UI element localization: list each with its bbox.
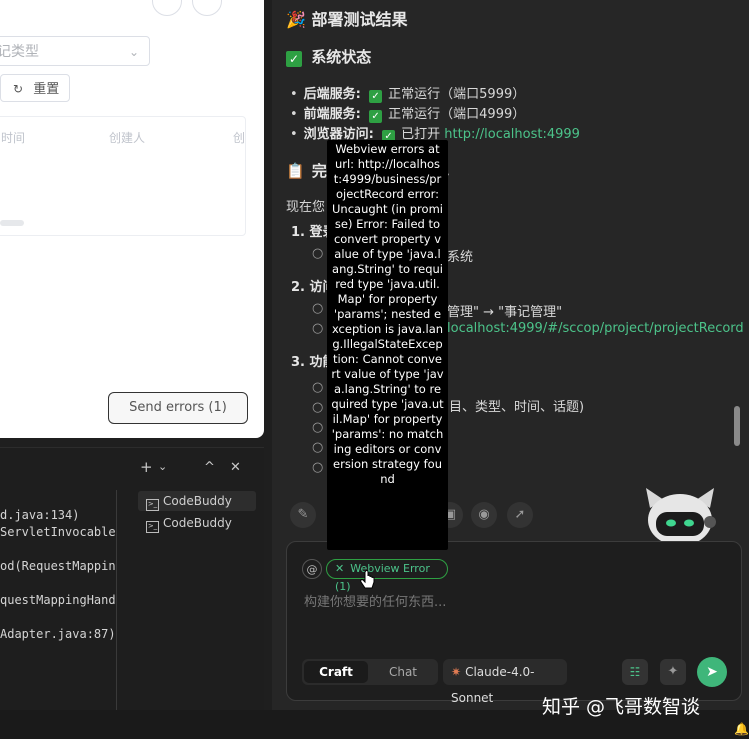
refresh-circle-button[interactable]: [192, 0, 222, 16]
system-status-heading: ✓ 系统状态: [286, 46, 371, 67]
stack-trace-line: Adapter.java:87): [0, 627, 116, 641]
feature-item: ○: [312, 460, 324, 475]
mode-craft-button[interactable]: Craft: [304, 661, 368, 683]
terminal-dropdown-icon[interactable]: ⌄: [158, 460, 167, 473]
column-header-creator: 创建人: [109, 131, 146, 145]
terminal-icon: >_: [146, 521, 159, 533]
terminal-tab-label: CodeBuddy: [163, 516, 232, 530]
check-icon: ✓: [369, 110, 383, 123]
mode-chat-button[interactable]: Chat: [372, 661, 434, 683]
check-icon: ✓: [286, 51, 302, 67]
stack-trace-line: od(RequestMappin: [0, 559, 116, 573]
guide-step-login-sub: ○: [312, 246, 324, 261]
mascot-eye-left: [666, 519, 676, 527]
webview-preview-panel: 记类型 ⌄ ↻ 重置 时间 创建人 创 Send errors (1): [0, 0, 264, 438]
send-errors-button[interactable]: Send errors (1): [108, 392, 248, 424]
terminal-tab-codebuddy[interactable]: >_ CodeBuddy: [138, 513, 256, 533]
stack-trace-line: d.java:134): [0, 508, 80, 522]
clipboard-icon: 📋: [286, 162, 305, 180]
terminal-panel: + ⌄ ^ ✕ d.java:134) ServletInvocable od(…: [0, 447, 264, 711]
guide-title-head: 完: [311, 162, 327, 180]
column-header-time: 时间: [1, 131, 26, 145]
model-selector[interactable]: ✷ Claude-4.0-Sonnet: [443, 659, 567, 705]
prompt-placeholder[interactable]: 构建你想要的任何东西...: [304, 591, 446, 610]
stack-trace-line: questMappingHand: [0, 593, 116, 607]
bell-icon[interactable]: 🔔: [734, 722, 749, 736]
mascot-headphone: [704, 516, 716, 528]
close-panel-icon[interactable]: ✕: [230, 460, 241, 475]
reset-label: 重置: [33, 82, 60, 97]
status-value: 正常运行（端口4999）: [388, 107, 526, 122]
localhost-link[interactable]: http://localhost:4999: [444, 127, 580, 142]
status-value: 正常运行（端口5999）: [388, 87, 526, 102]
figma-icon[interactable]: ✎: [290, 502, 316, 528]
mascot-eye-right: [684, 519, 694, 527]
record-type-placeholder: 记类型: [0, 44, 39, 60]
context-button[interactable]: ☷: [622, 659, 648, 685]
status-item-backend: • 后端服务: ✓ 正常运行（端口5999）: [290, 87, 526, 103]
feature-item: ○: [312, 420, 324, 435]
send-icon[interactable]: ➤: [697, 657, 727, 687]
search-circle-button[interactable]: [152, 0, 182, 16]
reset-button[interactable]: ↻ 重置: [0, 74, 70, 102]
mascot-visor: [656, 512, 704, 536]
codebuddy-mascot: [646, 488, 716, 546]
guide-step-login-sub-text: 系统: [447, 250, 474, 265]
feature-item: ○: [312, 380, 324, 395]
maximize-panel-icon[interactable]: ^: [204, 460, 215, 475]
column-header-created: 创: [233, 131, 246, 145]
terminal-divider: [116, 490, 117, 710]
terminal-tab-codebuddy[interactable]: >_ CodeBuddy: [138, 491, 256, 511]
record-table: 时间 创建人 创: [0, 116, 246, 236]
hand-cursor-icon: [360, 570, 375, 589]
refresh-icon: ↻: [13, 82, 24, 96]
claude-logo-icon: ✷: [451, 665, 462, 679]
eye-icon[interactable]: ◉: [471, 502, 497, 528]
chat-scrollbar[interactable]: [734, 406, 740, 446]
mention-button[interactable]: @: [302, 559, 322, 579]
chevron-down-icon: ⌄: [128, 45, 139, 59]
close-icon[interactable]: ✕: [335, 562, 344, 575]
terminal-icon: >_: [146, 499, 159, 511]
feature-item: ○: [312, 440, 324, 455]
guide-intro: 现在您: [286, 200, 326, 215]
feature-filter-text: 目、类型、时间、话题): [449, 400, 585, 415]
system-status-title: 系统状态: [311, 48, 372, 66]
feature-item: ○: [312, 400, 324, 415]
stack-trace-line: ServletInvocable: [0, 525, 116, 539]
guide-heading: 📋 完 单: [286, 160, 449, 181]
webview-error-tooltip: Webview errors at url: http://localhost:…: [327, 140, 448, 550]
status-item-frontend: • 前端服务: ✓ 正常运行（端口4999）: [290, 107, 526, 123]
deploy-result-heading: 🎉 部署测试结果: [286, 10, 408, 29]
project-record-link[interactable]: localhost:4999/#/sccop/project/projectRe…: [447, 321, 744, 336]
webview-error-chip[interactable]: ✕ Webview Error (1): [326, 559, 448, 593]
watermark: 知乎 @飞哥数智谈: [542, 696, 701, 718]
bullet-circle: ○: [312, 321, 324, 336]
bullet-circle: ○: [312, 301, 324, 316]
new-terminal-button[interactable]: +: [140, 458, 153, 476]
record-type-select[interactable]: 记类型 ⌄: [0, 36, 150, 66]
status-label: 前端服务:: [303, 107, 361, 122]
terminal-tab-label: CodeBuddy: [163, 494, 232, 508]
status-label: 后端服务:: [303, 87, 361, 102]
rocket-icon[interactable]: ➚: [507, 502, 533, 528]
guide-step-access-menu: 管理" → "事记管理": [447, 305, 563, 320]
table-horizontal-scrollbar[interactable]: [0, 220, 24, 226]
enhance-prompt-icon[interactable]: ✦: [660, 659, 686, 685]
check-icon: ✓: [369, 90, 383, 103]
